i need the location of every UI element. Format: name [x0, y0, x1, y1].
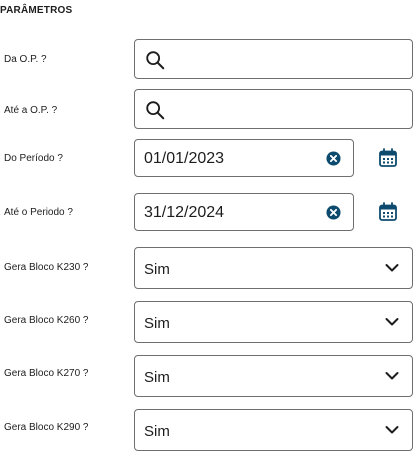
k260-select[interactable]: Sim [134, 301, 413, 343]
param-label: Gera Bloco K260 ? [4, 315, 89, 326]
param-label: Da O.P. ? [4, 54, 47, 65]
ate-op-search-field[interactable] [134, 89, 413, 129]
param-row-ate-op: Até a O.P. ? [0, 89, 418, 129]
param-row-do-periodo: Do Período ? 01/01/2023 [0, 139, 418, 179]
ate-periodo-date-input[interactable]: 31/12/2024 [134, 193, 354, 231]
date-value[interactable]: 01/01/2023 [144, 150, 224, 168]
param-label: Gera Bloco K230 ? [4, 262, 89, 273]
param-label: Gera Bloco K270 ? [4, 368, 89, 379]
select-value: Sim [144, 423, 170, 440]
search-icon[interactable] [144, 99, 166, 121]
section-title: PARÂMETROS [0, 5, 73, 16]
k290-select[interactable]: Sim [134, 409, 413, 451]
param-row-k290: Gera Bloco K290 ? Sim [0, 409, 418, 451]
do-periodo-date-input[interactable]: 01/01/2023 [134, 139, 354, 177]
param-label: Do Período ? [4, 153, 63, 164]
clear-icon[interactable] [326, 151, 341, 166]
k270-select[interactable]: Sim [134, 355, 413, 397]
param-row-k270: Gera Bloco K270 ? Sim [0, 355, 418, 397]
param-row-k230: Gera Bloco K230 ? Sim [0, 247, 418, 289]
param-label: Até o Periodo ? [4, 207, 73, 218]
k230-select[interactable]: Sim [134, 247, 413, 289]
clear-icon[interactable] [326, 205, 341, 220]
select-value: Sim [144, 369, 170, 386]
param-label: Gera Bloco K290 ? [4, 422, 89, 433]
select-value: Sim [144, 261, 170, 278]
da-op-search-field[interactable] [134, 39, 413, 79]
param-row-k260: Gera Bloco K260 ? Sim [0, 301, 418, 343]
chevron-down-icon[interactable] [385, 317, 399, 327]
select-value: Sim [144, 315, 170, 332]
calendar-icon[interactable] [378, 202, 398, 222]
chevron-down-icon[interactable] [385, 263, 399, 273]
date-value[interactable]: 31/12/2024 [144, 204, 224, 222]
calendar-icon[interactable] [378, 148, 398, 168]
param-label: Até a O.P. ? [4, 105, 58, 116]
search-icon[interactable] [144, 49, 166, 71]
param-row-da-op: Da O.P. ? [0, 39, 418, 79]
chevron-down-icon[interactable] [385, 371, 399, 381]
param-row-ate-periodo: Até o Periodo ? 31/12/2024 [0, 193, 418, 233]
chevron-down-icon[interactable] [385, 425, 399, 435]
